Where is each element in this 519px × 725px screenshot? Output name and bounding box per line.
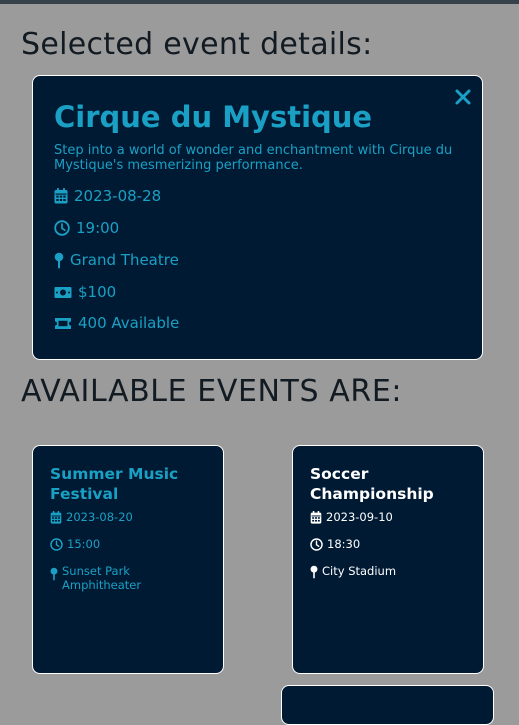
event-card-venue-row: City Stadium — [310, 564, 462, 579]
close-icon — [455, 89, 471, 105]
calendar-icon — [54, 188, 68, 204]
close-button[interactable] — [454, 88, 472, 106]
money-bill-icon — [54, 286, 72, 298]
event-card-time: 18:30 — [327, 537, 361, 551]
event-card-title: Summer Music Festival — [50, 465, 179, 503]
event-card-date-row: 2023-09-10 — [310, 510, 393, 524]
event-availability-row: 400 Available — [54, 314, 179, 332]
clock-icon — [50, 537, 63, 551]
event-card-date: 2023-08-20 — [66, 510, 133, 524]
event-card-summer-music-festival[interactable]: Summer Music Festival 2023-08-20 15:00 S… — [32, 445, 224, 674]
event-card-time-row: 18:30 — [310, 537, 360, 551]
event-venue-row: Grand Theatre — [54, 251, 179, 269]
event-title: Cirque du Mystique — [54, 100, 373, 134]
clock-icon — [54, 220, 70, 236]
map-pin-icon — [310, 565, 318, 579]
ticket-icon — [55, 317, 71, 329]
event-card-date-row: 2023-08-20 — [50, 510, 133, 524]
map-pin-icon — [54, 252, 64, 268]
event-card-venue: Sunset Park Amphitheater — [62, 564, 142, 592]
event-card-title: Soccer Championship — [310, 465, 434, 503]
event-date-row: 2023-08-28 — [54, 187, 161, 205]
event-card-venue-row: Sunset Park Amphitheater — [50, 564, 202, 592]
top-bar — [0, 0, 519, 4]
event-venue: Grand Theatre — [70, 251, 179, 269]
event-card-time: 15:00 — [67, 537, 101, 551]
event-card-partial[interactable] — [281, 685, 494, 725]
event-card-venue: City Stadium — [322, 564, 397, 578]
event-price: $100 — [78, 283, 117, 301]
event-card-date: 2023-09-10 — [326, 510, 393, 524]
event-time: 19:00 — [76, 219, 120, 237]
event-card-soccer-championship[interactable]: Soccer Championship 2023-09-10 18:30 Cit… — [292, 445, 484, 674]
event-card-time-row: 15:00 — [50, 537, 100, 551]
calendar-icon — [310, 510, 322, 524]
event-date: 2023-08-28 — [74, 187, 162, 205]
event-price-row: $100 — [54, 283, 116, 301]
map-pin-icon — [50, 567, 58, 581]
clock-icon — [310, 537, 323, 551]
available-events-heading: AVAILABLE EVENTS ARE: — [21, 374, 403, 409]
event-description: Step into a world of wonder and enchantm… — [54, 143, 453, 173]
event-time-row: 19:00 — [54, 219, 119, 237]
selected-details-heading: Selected event details: — [21, 27, 373, 62]
calendar-icon — [50, 510, 62, 524]
event-availability: 400 Available — [78, 314, 180, 332]
selected-event-card: Cirque du Mystique Step into a world of … — [32, 75, 483, 360]
